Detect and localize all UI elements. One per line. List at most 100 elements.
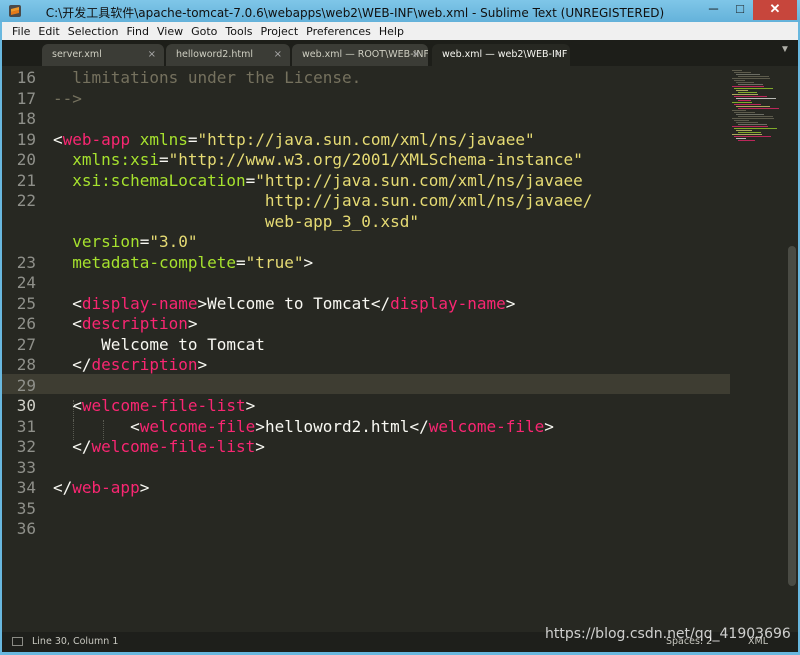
tab-web-xml-root[interactable]: web.xml — ROOT\WEB-INF ×	[292, 44, 428, 66]
menu-file[interactable]: File	[8, 23, 34, 41]
code-token: >	[544, 416, 554, 436]
tab-dropdown-icon[interactable]: ▼	[780, 44, 790, 55]
minimap-line	[738, 116, 773, 117]
minimap-line	[732, 94, 758, 95]
minimap-line	[732, 78, 770, 79]
code-token: "true"	[245, 252, 304, 272]
minimap-line	[736, 74, 760, 75]
minimize-button[interactable]: ─	[700, 0, 727, 20]
tab-close-icon[interactable]: ×	[554, 44, 562, 66]
tab-close-icon[interactable]: ×	[274, 44, 282, 66]
vertical-scrollbar[interactable]	[786, 66, 798, 632]
menu-help[interactable]: Help	[375, 23, 408, 41]
minimap-line	[738, 140, 755, 141]
menu-preferences[interactable]: Preferences	[302, 23, 375, 41]
code-line: xsi:schemaLocation="http://java.sun.com/…	[53, 171, 583, 190]
line-number: 31	[16, 416, 36, 436]
code-token: -->	[53, 88, 82, 108]
code-token: <	[53, 314, 82, 333]
tab-close-icon[interactable]: ×	[412, 44, 420, 66]
code-line: http://java.sun.com/xml/ns/javaee/	[53, 191, 593, 210]
maximize-button[interactable]: □	[727, 0, 753, 20]
minimap-line	[732, 134, 762, 135]
code-token: >	[139, 478, 150, 497]
close-window-button[interactable]: ✕	[753, 0, 797, 20]
menu-project[interactable]: Project	[257, 23, 303, 41]
code-token: <	[53, 293, 82, 313]
code-token: >	[303, 252, 314, 272]
line-number: 20	[16, 150, 36, 169]
minimap-line	[736, 90, 748, 91]
line-number: 19	[16, 129, 36, 149]
tab-server-xml[interactable]: server.xml ×	[42, 44, 164, 66]
minimap-line	[734, 80, 745, 81]
code-token: helloword2.html	[264, 416, 410, 436]
code-line: </welcome-file-list>	[53, 437, 265, 456]
indent-guide	[73, 420, 74, 440]
window-title: C:\开发工具软件\apache-tomcat-7.0.6\webapps\we…	[45, 6, 665, 20]
minimap-line	[738, 132, 761, 133]
minimap-line	[738, 100, 751, 101]
minimap-line	[736, 130, 752, 131]
line-number: 23	[16, 252, 36, 272]
tab-label: server.xml	[52, 49, 102, 60]
code-token: xsi:schemaLocation	[72, 170, 246, 190]
window-titlebar[interactable]: C:\开发工具软件\apache-tomcat-7.0.6\webapps\we…	[0, 0, 800, 22]
code-token: welcome-file-list	[91, 437, 256, 456]
current-line-highlight	[2, 374, 730, 394]
menu-selection[interactable]: Selection	[64, 23, 123, 41]
line-number: 28	[16, 355, 36, 374]
code-token: Welcome to Tomcat	[101, 334, 265, 354]
code-line: <welcome-file-list>	[53, 396, 255, 415]
line-number: 30	[16, 396, 36, 415]
line-number: 25	[16, 293, 36, 313]
tab-label: web.xml — web2\WEB-INF	[442, 49, 568, 60]
minimap-line	[738, 108, 779, 109]
code-token: >	[245, 396, 256, 415]
minimap-line	[738, 76, 769, 77]
code-token: =	[139, 232, 150, 251]
tab-close-icon[interactable]: ×	[148, 44, 156, 66]
indent-guide	[103, 420, 104, 440]
line-number: 29	[16, 375, 36, 395]
code-token: =	[158, 150, 169, 169]
code-token: >	[187, 314, 198, 333]
code-line: <web-app xmlns="http://java.sun.com/xml/…	[53, 130, 535, 149]
tab-helloword2-html[interactable]: helloword2.html ×	[166, 44, 290, 66]
line-number: 27	[16, 334, 36, 354]
code-token: >	[197, 293, 208, 313]
code-token: <	[53, 129, 63, 149]
code-token: <	[53, 416, 140, 436]
minimap-line	[734, 96, 767, 97]
minimap-line	[736, 82, 754, 83]
code-editor[interactable]: 16 17 18 19 20 21 22 23 24 25 26 27 28 29 30 31 32 33 34 35…	[2, 66, 798, 632]
code-token: web-app	[62, 129, 131, 149]
code-line: <welcome-file>helloword2.html</welcome-f…	[53, 417, 554, 436]
menu-goto[interactable]: Goto	[187, 23, 221, 41]
line-number: 18	[16, 109, 36, 128]
tab-label: web.xml — ROOT\WEB-INF	[302, 49, 428, 60]
code-line: web-app_3_0.xsd"	[53, 212, 419, 231]
menu-edit[interactable]: Edit	[34, 23, 63, 41]
indent-guide	[73, 400, 74, 420]
menu-view[interactable]: View	[153, 23, 187, 41]
menu-tools[interactable]: Tools	[221, 23, 256, 41]
code-token: >	[255, 437, 265, 456]
menu-find[interactable]: Find	[122, 23, 153, 41]
panel-toggle-icon[interactable]	[12, 637, 23, 646]
code-token: description	[81, 314, 188, 333]
minimap[interactable]	[730, 66, 784, 632]
minimap-line	[734, 104, 761, 105]
code-token: </	[53, 355, 92, 374]
line-number: 32	[16, 437, 36, 456]
tab-bar: server.xml × helloword2.html × web.xml —…	[2, 40, 798, 66]
scrollbar-thumb[interactable]	[788, 246, 796, 586]
minimap-line	[732, 126, 768, 127]
line-number: 17	[16, 88, 36, 108]
code-token: xmlns	[139, 129, 188, 149]
tab-web-xml-web2[interactable]: web.xml — web2\WEB-INF ×	[432, 44, 570, 66]
